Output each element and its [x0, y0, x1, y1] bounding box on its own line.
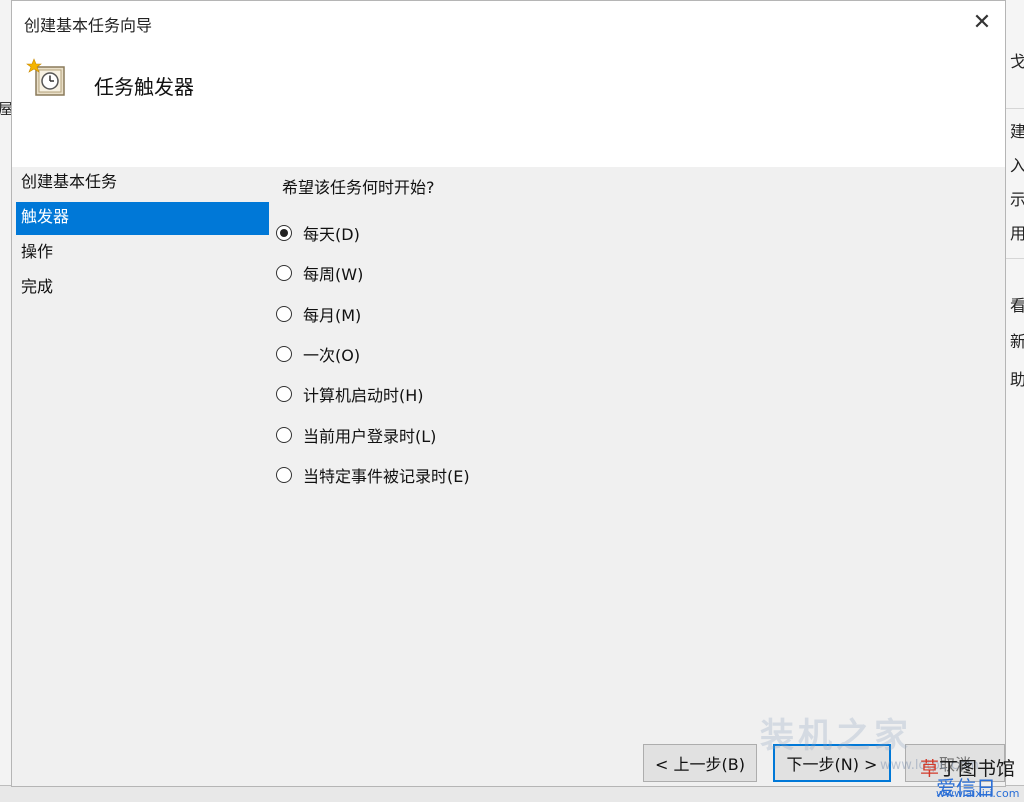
title-bar: 创建基本任务向导 ✕	[12, 1, 1005, 43]
radio-button[interactable]	[276, 265, 292, 282]
radio-label: 每月(M)	[303, 305, 362, 325]
nav-item-label: 创建基本任务	[21, 172, 118, 191]
radio-at-startup[interactable]: 计算机启动时(H)	[276, 374, 470, 414]
nav-item-finish[interactable]: 完成	[16, 272, 269, 305]
radio-button[interactable]	[276, 305, 292, 322]
background-window-right: 戈 建 入 示 用 看 新 助	[1006, 0, 1024, 801]
watermark-url: www.aixiri.com	[936, 787, 1020, 800]
background-text: 建	[1010, 122, 1024, 141]
wizard-header: 任务触发器	[12, 43, 1005, 167]
radio-button[interactable]	[276, 386, 292, 403]
radio-label: 计算机启动时(H)	[303, 386, 424, 406]
window-title: 创建基本任务向导	[24, 16, 153, 35]
radio-one-time[interactable]: 一次(O)	[276, 334, 470, 374]
radio-monthly[interactable]: 每月(M)	[276, 294, 470, 334]
radio-button[interactable]	[276, 426, 292, 443]
trigger-question: 希望该任务何时开始?	[282, 178, 435, 197]
radio-label: 当特定事件被记录时(E)	[303, 466, 470, 486]
task-clock-icon	[26, 58, 65, 96]
radio-button[interactable]	[276, 225, 292, 242]
divider	[1006, 108, 1024, 109]
watermark-logo: 装机之家	[760, 716, 912, 756]
nav-item-label: 完成	[21, 277, 54, 296]
radio-weekly[interactable]: 每周(W)	[276, 253, 470, 293]
background-text: 用	[1010, 224, 1024, 243]
background-text: 助	[1010, 370, 1024, 389]
close-icon: ✕	[972, 9, 992, 35]
background-text: 新	[1010, 332, 1024, 351]
radio-label: 每周(W)	[303, 265, 364, 285]
nav-item-label: 操作	[21, 242, 54, 261]
radio-label: 当前用户登录时(L)	[303, 426, 437, 446]
radio-daily[interactable]: 每天(D)	[276, 213, 470, 253]
page-title: 任务触发器	[94, 75, 194, 99]
radio-label: 每天(D)	[303, 225, 360, 245]
radio-at-logon[interactable]: 当前用户登录时(L)	[276, 414, 470, 454]
nav-item-trigger[interactable]: 触发器	[16, 202, 269, 235]
create-basic-task-wizard: 创建基本任务向导 ✕ 任务触发器 创建基本任务 触发器 操作 完成 希望该任务何…	[11, 0, 1006, 787]
background-text: 示	[1010, 190, 1024, 209]
nav-item-label: 触发器	[21, 207, 70, 226]
divider	[1006, 258, 1024, 259]
background-text: 戈	[1010, 52, 1024, 71]
background-text: 看	[1010, 296, 1024, 315]
wizard-steps-nav: 创建基本任务 触发器 操作 完成	[16, 167, 269, 307]
radio-button[interactable]	[276, 346, 292, 363]
background-window-bottom	[0, 785, 1024, 802]
back-button[interactable]: < 上一步(B)	[643, 744, 757, 782]
radio-selected-dot	[280, 229, 288, 238]
trigger-options: 每天(D) 每周(W) 每月(M) 一次(O) 计算机启动时(H) 当前用户登录…	[276, 213, 470, 495]
nav-item-action[interactable]: 操作	[16, 237, 269, 270]
radio-label: 一次(O)	[303, 346, 361, 366]
radio-button[interactable]	[276, 466, 292, 483]
close-button[interactable]: ✕	[967, 7, 997, 37]
radio-on-event[interactable]: 当特定事件被记录时(E)	[276, 455, 470, 495]
nav-item-create-basic-task[interactable]: 创建基本任务	[16, 167, 269, 200]
background-text: 入	[1010, 156, 1024, 175]
